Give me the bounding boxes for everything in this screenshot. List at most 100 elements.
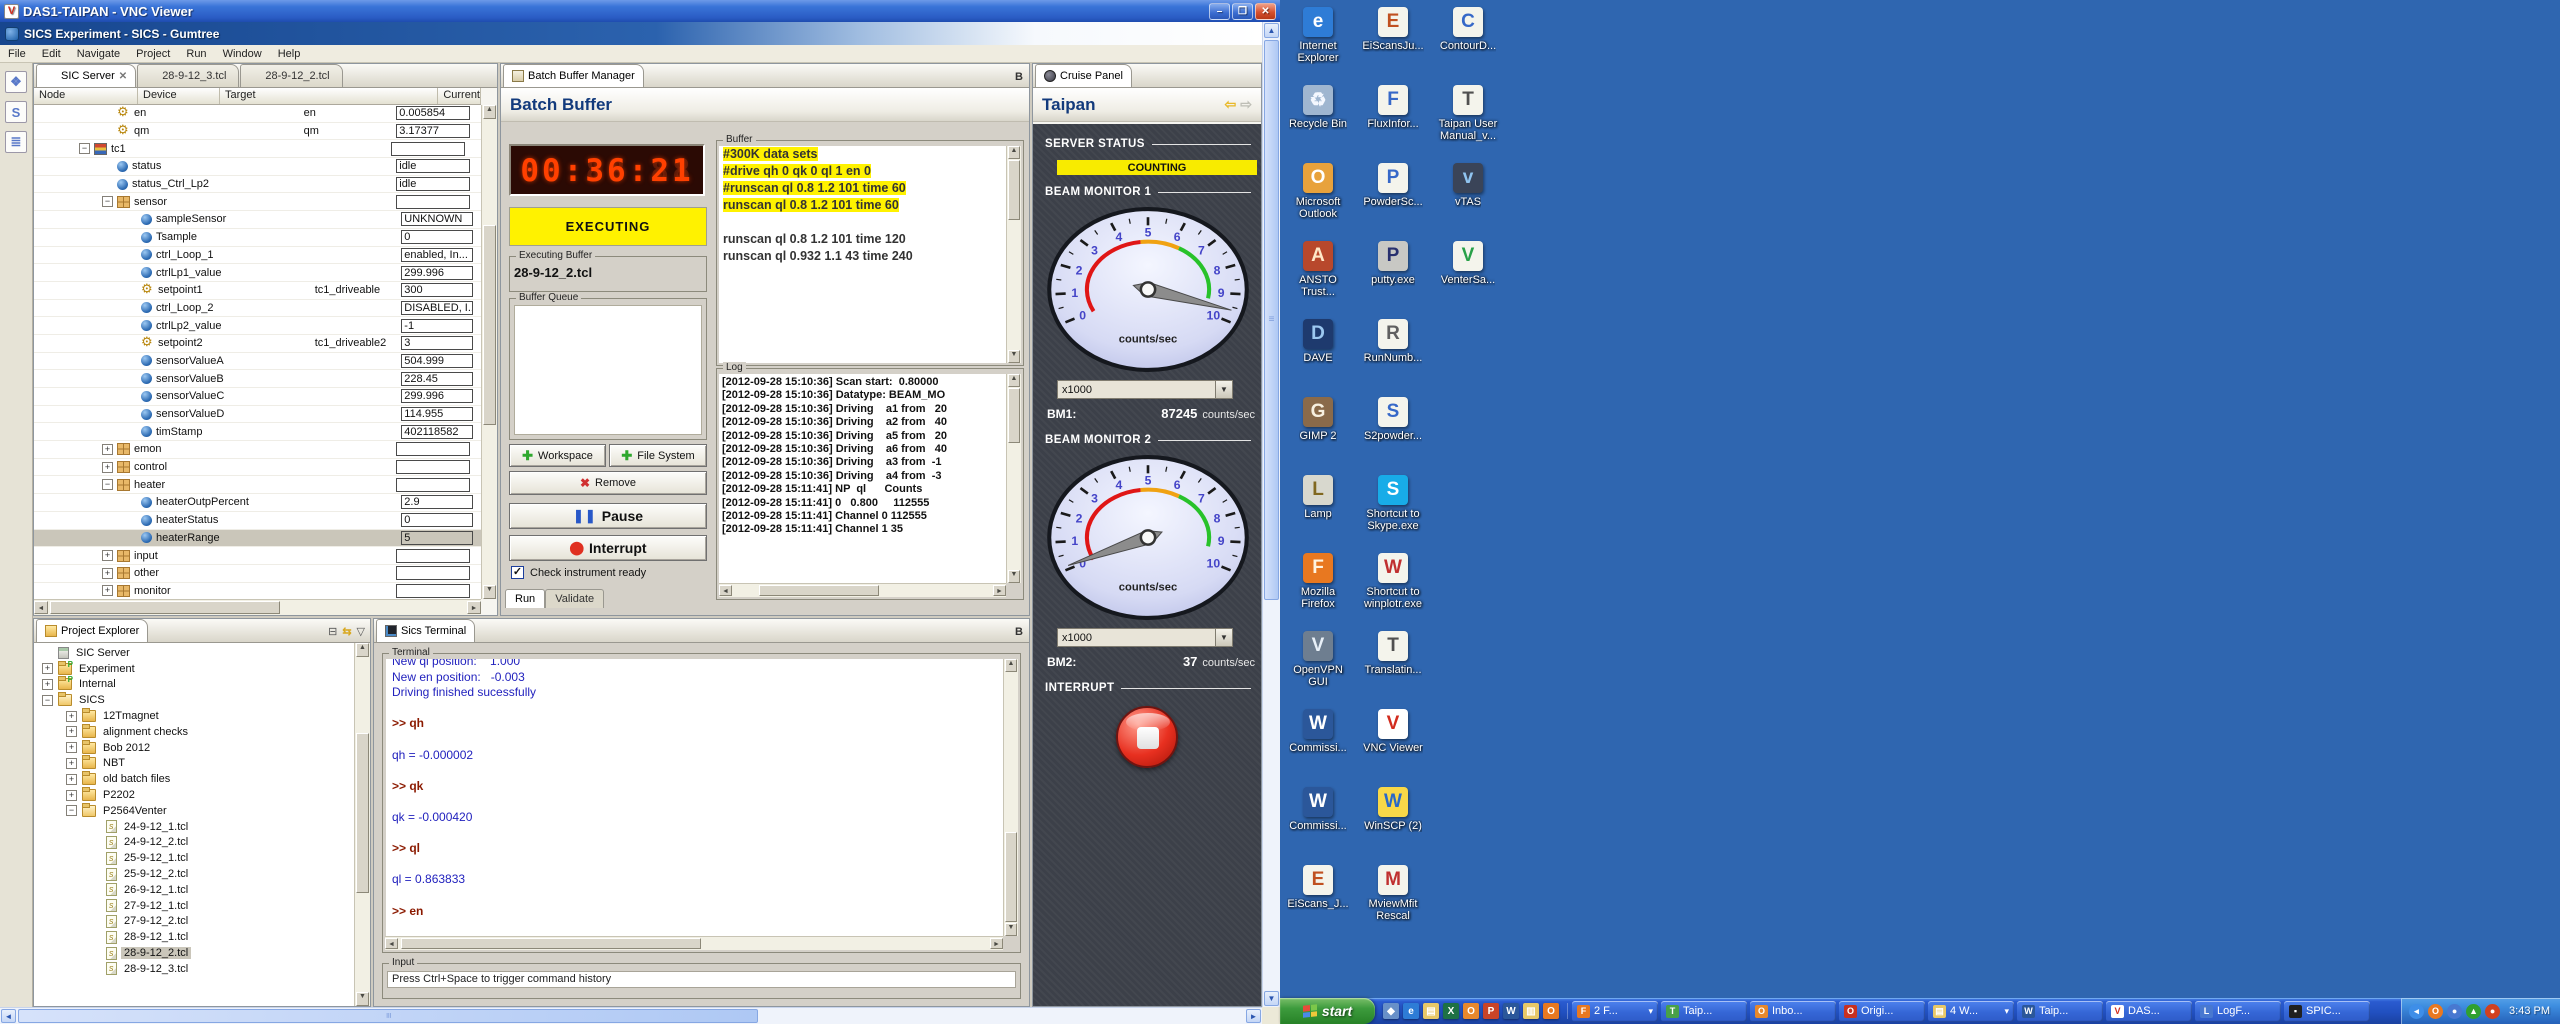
column-header[interactable]: Device [138, 88, 220, 104]
tree-row[interactable]: ctrlLp2_value -1 -1 [34, 317, 481, 335]
project-tree-item[interactable]: 27-9-12_2.tcl [34, 914, 354, 930]
taskbar-task-button[interactable]: O Inbo... [1750, 1001, 1836, 1022]
add-workspace-button[interactable]: ✚ Workspace [509, 444, 606, 467]
expander-icon[interactable] [66, 726, 77, 737]
tree-row[interactable]: heaterOutpPercent 2.9 2.9 [34, 494, 481, 512]
vnc-hscrollbar[interactable]: ◄ ► [0, 1007, 1262, 1024]
tree-row[interactable]: ctrl_Loop_2 DISABLED, I... DISABLED, I. [34, 300, 481, 318]
taskbar-clock[interactable]: 3:43 PM [2504, 1005, 2550, 1017]
target-cell[interactable]: 0 [401, 512, 473, 529]
command-input[interactable]: Press Ctrl+Space to trigger command hist… [387, 971, 1016, 988]
expander-icon[interactable] [102, 444, 113, 455]
bm1-scale-select[interactable]: x1000 ▼ [1057, 380, 1233, 399]
column-header[interactable]: Target [220, 88, 438, 104]
vnc-vscrollbar[interactable]: ▲ ▼ [1262, 22, 1280, 1007]
desktop-icon[interactable]: F FluxInfor... [1358, 82, 1428, 160]
dropdown-arrow-icon[interactable]: ▼ [1215, 629, 1232, 646]
maximize-button[interactable]: ❐ [1232, 3, 1253, 20]
tab-sics-terminal[interactable]: Sics Terminal [376, 619, 475, 642]
target-cell[interactable]: 299.996 [401, 388, 473, 405]
desktop-icon[interactable]: D DAVE [1283, 316, 1353, 394]
tray-icon[interactable]: ● [2485, 1004, 2500, 1019]
target-cell[interactable]: 3 [401, 335, 473, 352]
tree-row[interactable]: status idle idle [34, 158, 481, 176]
project-tree-item[interactable]: 24-9-12_2.tcl [34, 835, 354, 851]
check-instrument-ready[interactable]: ✓ Check instrument ready [511, 566, 646, 579]
target-cell[interactable] [391, 140, 473, 157]
desktop-icon[interactable]: v vTAS [1433, 160, 1503, 238]
close-button[interactable]: ✕ [1255, 3, 1276, 20]
tree-row[interactable]: sensor [34, 193, 481, 211]
expander-icon[interactable] [102, 479, 113, 490]
terminal-hscrollbar[interactable]: ◄ ► [385, 936, 1003, 950]
desktop-icon[interactable]: S Shortcut to Skype.exe [1358, 472, 1428, 550]
view-tab[interactable]: SIC Server ✕ [36, 64, 136, 87]
quicklaunch-icon[interactable]: W [1503, 1003, 1519, 1019]
expander-icon[interactable] [66, 758, 77, 769]
expander-icon[interactable] [42, 663, 53, 674]
taskbar-task-button[interactable]: T Taip... [1661, 1001, 1747, 1022]
bottom-tab[interactable]: Validate [545, 589, 604, 608]
tab-project-explorer[interactable]: Project Explorer [36, 619, 148, 642]
desktop-icon[interactable]: A ANSTO Trust... [1283, 238, 1353, 316]
target-cell[interactable]: 3.17377 [396, 123, 473, 140]
perspective-icon[interactable]: S [5, 101, 27, 123]
expander-icon[interactable] [66, 805, 77, 816]
desktop-icon[interactable]: T Translatin... [1358, 628, 1428, 706]
project-tree-item[interactable]: SICS [34, 692, 354, 708]
expander-icon[interactable] [79, 143, 90, 154]
dropdown-arrow-icon[interactable]: ▼ [1215, 381, 1232, 398]
taskbar-task-button[interactable]: ▪ SPIC... [2284, 1001, 2370, 1022]
target-cell[interactable] [396, 565, 473, 582]
target-cell[interactable] [396, 547, 473, 564]
target-cell[interactable]: enabled, In... [401, 247, 473, 264]
start-button[interactable]: start [1280, 998, 1375, 1024]
terminal-vscrollbar[interactable]: ▲ ▼ [1003, 659, 1018, 936]
project-tree-item[interactable]: Bob 2012 [34, 740, 354, 756]
collapse-all-icon[interactable]: ⊟ [328, 625, 337, 638]
tree-row[interactable]: sensorValueA 504.999 504.999 [34, 353, 481, 371]
view-menu-button[interactable]: B [1015, 626, 1029, 642]
target-cell[interactable] [396, 476, 473, 493]
target-cell[interactable]: idle [396, 176, 473, 193]
buffer-text[interactable]: #300K data sets#drive qh 0 qk 0 ql 1 en … [719, 146, 1021, 363]
expander-icon[interactable] [66, 711, 77, 722]
tray-icon[interactable]: O [2428, 1004, 2443, 1019]
column-header[interactable]: Node [34, 88, 138, 104]
desktop-icon[interactable]: V VenterSa... [1433, 238, 1503, 316]
expander-icon[interactable] [102, 462, 113, 473]
taskbar-task-button[interactable]: V DAS... [2106, 1001, 2192, 1022]
column-header[interactable]: Current [438, 88, 481, 104]
desktop-icon[interactable]: P putty.exe [1358, 238, 1428, 316]
quicklaunch-icon[interactable]: X [1443, 1003, 1459, 1019]
quicklaunch-icon[interactable]: ◆ [1383, 1003, 1399, 1019]
project-tree-item[interactable]: 26-9-12_1.tcl [34, 882, 354, 898]
desktop-icon[interactable]: L Lamp [1283, 472, 1353, 550]
tree-row[interactable]: monitor [34, 583, 481, 599]
add-filesystem-button[interactable]: ✚ File System [609, 444, 707, 467]
desktop-icon[interactable]: P PowderSc... [1358, 160, 1428, 238]
menu-item[interactable]: Window [215, 48, 270, 60]
target-cell[interactable]: 0.005854 [396, 105, 473, 122]
project-tree-item[interactable]: SIC Server [34, 645, 354, 661]
project-tree-item[interactable]: NBT [34, 756, 354, 772]
desktop-icon[interactable]: S S2powder... [1358, 394, 1428, 472]
perspective-icon[interactable]: ≣ [5, 131, 27, 153]
tree-row[interactable]: sensorValueB 228.45 228.45 [34, 370, 481, 388]
desktop-icon[interactable]: E EiScans_J... [1283, 862, 1353, 940]
target-cell[interactable]: 504.999 [401, 353, 473, 370]
target-cell[interactable]: 228.45 [401, 370, 473, 387]
buffer-vscrollbar[interactable]: ▲ ▼ [1006, 146, 1021, 363]
quicklaunch-icon[interactable]: O [1463, 1003, 1479, 1019]
project-tree-item[interactable]: P2564Venter [34, 803, 354, 819]
desktop-icon[interactable]: O Microsoft Outlook [1283, 160, 1353, 238]
project-tree-item[interactable]: old batch files [34, 771, 354, 787]
target-cell[interactable]: -1 [401, 317, 473, 334]
expander-icon[interactable] [66, 742, 77, 753]
project-tree-item[interactable]: 24-9-12_1.tcl [34, 819, 354, 835]
tree-row[interactable]: Tsample 0 0 [34, 229, 481, 247]
desktop-icon[interactable]: R RunNumb... [1358, 316, 1428, 394]
forward-arrow-icon[interactable]: ⇨ [1240, 96, 1252, 113]
tree-row[interactable]: ctrl_Loop_1 enabled, In... enabled, In. [34, 247, 481, 265]
expander-icon[interactable] [102, 585, 113, 596]
